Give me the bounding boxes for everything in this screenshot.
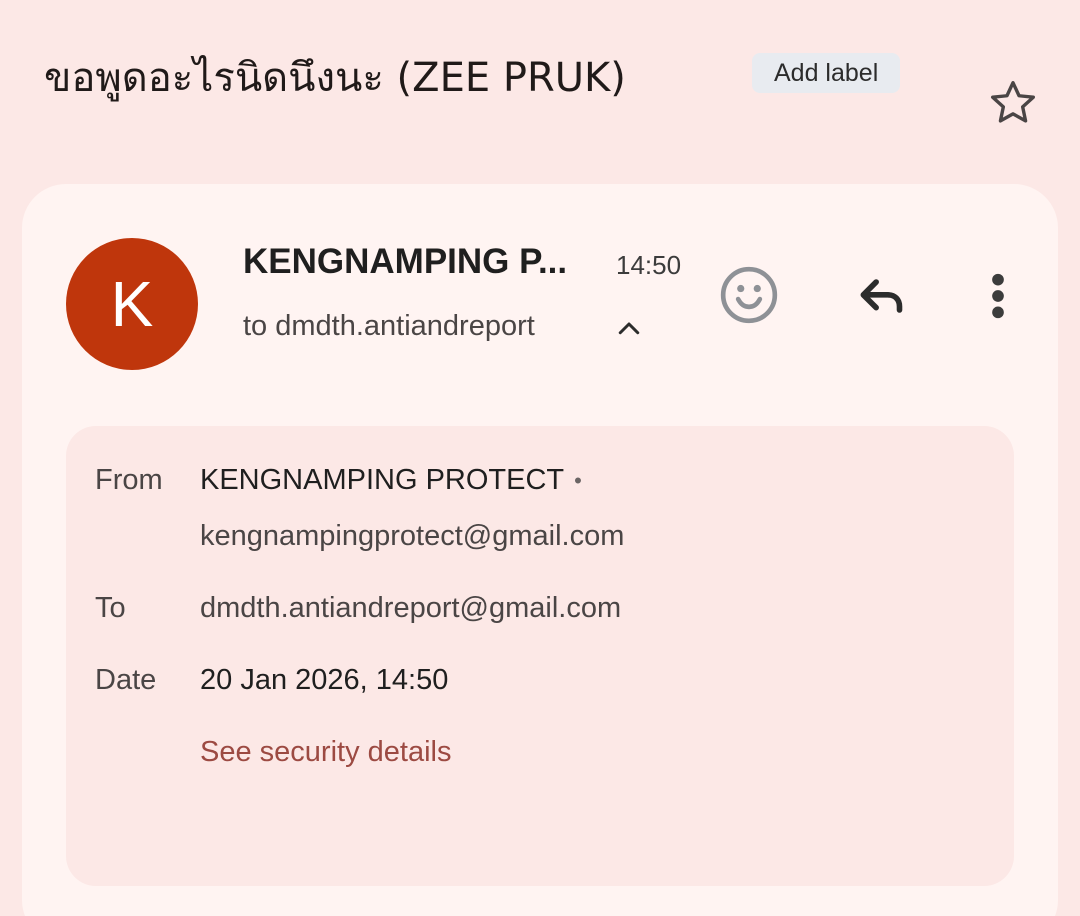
email-subject: ขอพูดอะไรนิดนึงนะ (ZEE PRUK) (44, 55, 626, 101)
star-icon[interactable] (984, 74, 1042, 132)
chevron-up-icon[interactable] (614, 314, 644, 344)
recipient-summary[interactable]: to dmdth.antiandreport (243, 306, 535, 346)
from-name-text: KENGNAMPING PROTECT (200, 464, 565, 496)
avatar[interactable]: K (66, 238, 198, 370)
to-email[interactable]: dmdth.antiandreport@gmail.com (200, 588, 621, 628)
sender-name: KENGNAMPING P... (243, 242, 568, 281)
subject-row: ขอพูดอะไรนิดนึงนะ (ZEE PRUK) Add label (44, 44, 1050, 123)
message-details-panel: From KENGNAMPING PROTECT • kengnampingpro… (66, 426, 1014, 886)
reply-button[interactable] (854, 268, 910, 324)
add-label-chip[interactable]: Add label (752, 53, 901, 93)
date-label: Date (95, 664, 157, 696)
to-label: To (95, 592, 126, 624)
from-label: From (95, 464, 163, 496)
more-options-button[interactable] (978, 268, 1018, 324)
from-email[interactable]: kengnampingprotect@gmail.com (200, 516, 624, 556)
add-reaction-button[interactable] (718, 264, 780, 326)
message-card: K KENGNAMPING P... 14:50 to dmdth.antian… (22, 184, 1058, 916)
message-time: 14:50 (616, 250, 682, 280)
security-details-link[interactable]: See security details (200, 732, 451, 772)
from-name: KENGNAMPING PROTECT • (200, 460, 582, 501)
separator-dot: • (574, 468, 582, 494)
date-value: 20 Jan 2026, 14:50 (200, 664, 449, 696)
email-view: ขอพูดอะไรนิดนึงนะ (ZEE PRUK) Add label K… (0, 0, 1080, 916)
